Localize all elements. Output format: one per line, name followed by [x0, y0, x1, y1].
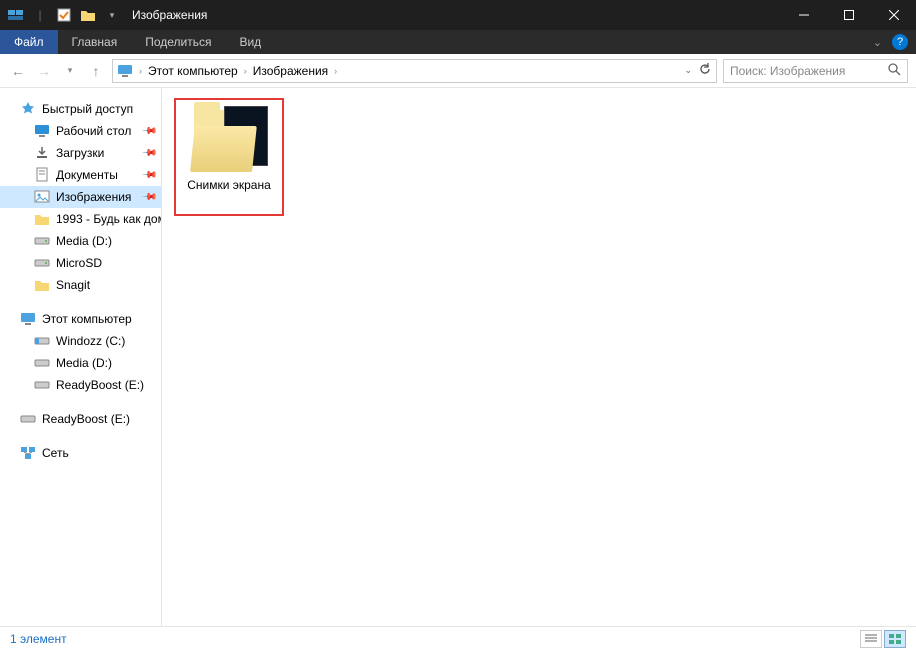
sidebar-item-drive-c[interactable]: Windozz (C:) — [0, 330, 161, 352]
sidebar-item-documents[interactable]: Документы 📌 — [0, 164, 161, 186]
tab-view[interactable]: Вид — [225, 30, 275, 54]
breadcrumb-pictures[interactable]: Изображения — [249, 64, 332, 78]
ribbon-collapse-icon[interactable]: ⌄ — [873, 36, 882, 49]
sidebar-readyboost[interactable]: ReadyBoost (E:) — [0, 408, 161, 430]
sidebar-item-label: Рабочий стол — [56, 124, 131, 138]
folder-item-screenshots[interactable]: Снимки экрана — [174, 100, 284, 202]
statusbar: 1 элемент — [0, 626, 916, 650]
sidebar-label: Этот компьютер — [42, 312, 132, 326]
breadcrumb-separator[interactable]: › — [332, 66, 339, 76]
sidebar-item-microsd[interactable]: MicroSD — [0, 252, 161, 274]
qat-dropdown-icon[interactable]: ▾ — [102, 5, 122, 25]
quick-access-icon — [20, 101, 36, 117]
tab-file[interactable]: Файл — [0, 30, 58, 54]
nav-recent-button[interactable]: ▾ — [60, 61, 80, 81]
desktop-icon — [34, 123, 50, 139]
pin-icon: 📌 — [140, 189, 157, 206]
nav-up-button[interactable]: ↑ — [86, 61, 106, 81]
content-pane[interactable]: Снимки экрана — [162, 88, 916, 626]
drive-icon — [34, 355, 50, 371]
explorer-icon — [6, 5, 26, 25]
tab-share[interactable]: Поделиться — [131, 30, 225, 54]
status-count: 1 элемент — [10, 632, 67, 646]
sidebar-network[interactable]: Сеть — [0, 442, 161, 464]
breadcrumb-separator[interactable]: › — [137, 66, 144, 76]
folder-icon — [34, 211, 50, 227]
drive-icon — [20, 411, 36, 427]
window-title: Изображения — [122, 8, 207, 22]
sidebar-label: Быстрый доступ — [42, 102, 133, 116]
network-icon — [20, 445, 36, 461]
nav-forward-button[interactable]: → — [34, 61, 54, 81]
pictures-icon — [34, 189, 50, 205]
folder-icon — [34, 277, 50, 293]
sidebar-item-label: Snagit — [56, 278, 90, 292]
pin-icon: 📌 — [140, 145, 157, 162]
sidebar-item-drive-e[interactable]: ReadyBoost (E:) — [0, 374, 161, 396]
sidebar-item-label: Media (D:) — [56, 356, 112, 370]
address-dropdown-icon[interactable]: ⌄ — [684, 65, 692, 76]
sidebar-item-label: Загрузки — [56, 146, 104, 160]
sidebar-this-pc[interactable]: Этот компьютер — [0, 308, 161, 330]
sidebar-label: ReadyBoost (E:) — [42, 412, 130, 426]
titlebar: | ▾ Изображения — [0, 0, 916, 30]
sidebar-item-label: Документы — [56, 168, 118, 182]
sidebar-item-label: Windozz (C:) — [56, 334, 125, 348]
sidebar-label: Сеть — [42, 446, 69, 460]
folder-label: Снимки экрана — [178, 178, 280, 192]
minimize-button[interactable] — [781, 0, 826, 30]
downloads-icon — [34, 145, 50, 161]
sidebar-item-snagit[interactable]: Snagit — [0, 274, 161, 296]
tab-home[interactable]: Главная — [58, 30, 132, 54]
sidebar-item-label: MicroSD — [56, 256, 102, 270]
breadcrumb-this-pc[interactable]: Этот компьютер — [144, 64, 242, 78]
sidebar-quick-access[interactable]: Быстрый доступ — [0, 98, 161, 120]
view-icons-button[interactable] — [884, 630, 906, 648]
sidebar-item-label: Изображения — [56, 190, 131, 204]
help-icon[interactable]: ? — [892, 34, 908, 50]
search-icon[interactable] — [888, 63, 901, 79]
sidebar-item-drive-d[interactable]: Media (D:) — [0, 352, 161, 374]
drive-c-icon — [34, 333, 50, 349]
sidebar-item-label: Media (D:) — [56, 234, 112, 248]
navigation-pane: Быстрый доступ Рабочий стол 📌 Загрузки 📌… — [0, 88, 162, 626]
sidebar-item-media-d[interactable]: Media (D:) — [0, 230, 161, 252]
search-input[interactable]: Поиск: Изображения — [723, 59, 908, 83]
pc-icon — [117, 63, 133, 79]
qat-separator: | — [30, 5, 50, 25]
qat-folder-icon[interactable] — [78, 5, 98, 25]
pc-icon — [20, 311, 36, 327]
close-button[interactable] — [871, 0, 916, 30]
ribbon: Файл Главная Поделиться Вид ⌄ ? — [0, 30, 916, 54]
maximize-button[interactable] — [826, 0, 871, 30]
pin-icon: 📌 — [140, 167, 157, 184]
drive-icon — [34, 377, 50, 393]
sidebar-item-downloads[interactable]: Загрузки 📌 — [0, 142, 161, 164]
sidebar-item-desktop[interactable]: Рабочий стол 📌 — [0, 120, 161, 142]
documents-icon — [34, 167, 50, 183]
drive-icon — [34, 255, 50, 271]
pin-icon: 📌 — [140, 123, 157, 140]
sidebar-item-label: ReadyBoost (E:) — [56, 378, 144, 392]
address-row: ← → ▾ ↑ › Этот компьютер › Изображения ›… — [0, 54, 916, 88]
sidebar-item-pictures[interactable]: Изображения 📌 — [0, 186, 161, 208]
view-details-button[interactable] — [860, 630, 882, 648]
sidebar-item-label: 1993 - Будь как дом — [56, 212, 162, 226]
search-placeholder: Поиск: Изображения — [730, 64, 845, 78]
qat-checkbox-icon[interactable] — [54, 5, 74, 25]
sidebar-item-folder-1993[interactable]: 1993 - Будь как дом — [0, 208, 161, 230]
breadcrumb-separator[interactable]: › — [242, 66, 249, 76]
nav-back-button[interactable]: ← — [8, 61, 28, 81]
folder-thumbnail — [190, 106, 268, 172]
address-bar[interactable]: › Этот компьютер › Изображения › ⌄ — [112, 59, 717, 83]
drive-icon — [34, 233, 50, 249]
refresh-icon[interactable] — [698, 62, 712, 79]
